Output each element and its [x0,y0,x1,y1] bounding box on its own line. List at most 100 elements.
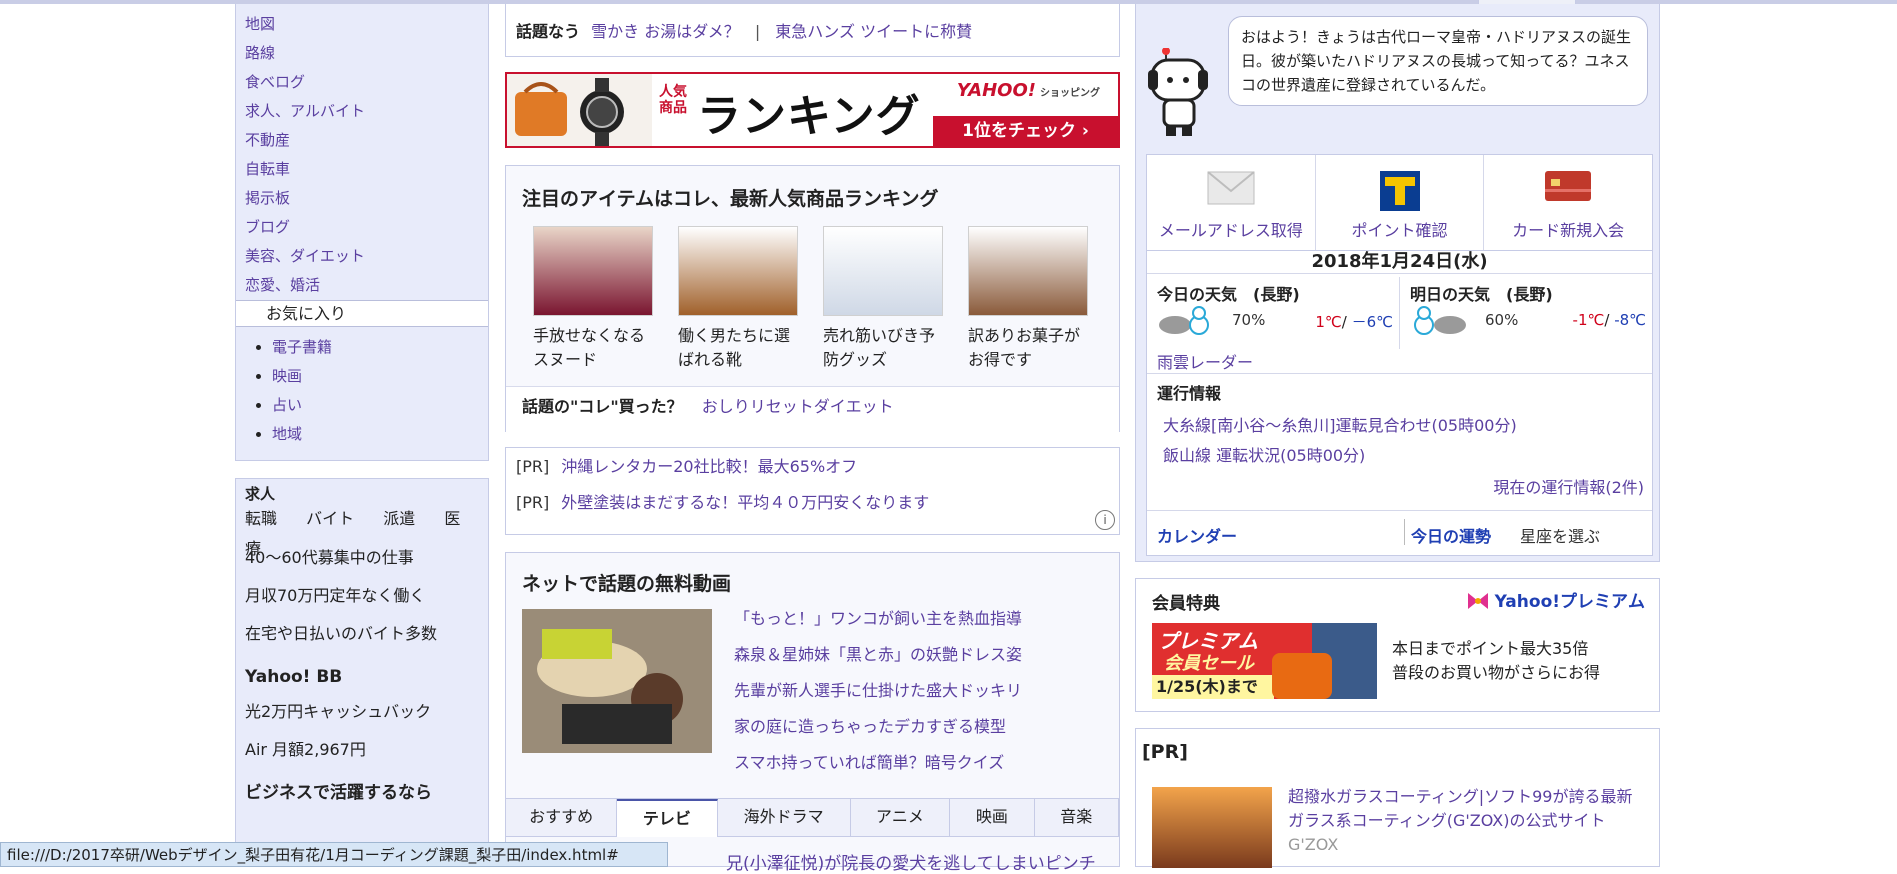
service-link[interactable]: 路線 [245,44,275,62]
tab-tv[interactable]: テレビ [617,799,718,837]
ranking-caption[interactable]: 手放せなくなるスヌード [533,324,653,372]
service-link[interactable]: 地図 [245,15,275,33]
banner-cta-button[interactable]: 1位をチェック › [933,116,1118,146]
service-link[interactable]: 求人、アルバイト [245,102,365,120]
train-current-link[interactable]: 現在の運行情報(2件) [1493,474,1644,498]
service-link[interactable]: 掲示板 [245,189,290,207]
video-link[interactable]: 先輩が新人選手に仕掛けた盛大ドッキリ [734,681,1022,700]
service-item[interactable]: 路線 [245,39,488,68]
job-link[interactable]: 40～60代募集中の仕事 [245,543,479,581]
premium-brand[interactable]: Yahoo!プレミアム [1495,592,1645,612]
service-link[interactable]: 自転車 [245,160,290,178]
job-tag-link[interactable]: 転職 [245,509,277,528]
service-label[interactable]: カード新規入会 [1484,217,1652,241]
service-item[interactable]: 求人、アルバイト [245,97,488,126]
ranking-caption[interactable]: 訳ありお菓子がお得です [968,324,1088,372]
ranking-item[interactable]: 売れ筋いびき予防グッズ [823,226,943,372]
video-link[interactable]: 家の庭に造っちゃったデカすぎる模型 [734,717,1006,736]
topic-link[interactable]: 東急ハンズ ツイートに称賛 [775,22,972,41]
yahoo-premium-link[interactable]: Yahoo!プレミアム [1467,587,1645,612]
tab-foreign-drama[interactable]: 海外ドラマ [717,799,851,837]
video-item[interactable]: 「もっと！」ワンコが飼い主を熱血指導 [734,601,1022,637]
job-tag-link[interactable]: 派遣 [383,509,415,528]
pr-ad-text[interactable]: 超撥水ガラスコーティング|ソフト99が誇る最新ガラス系コーティング(G'ZOX)… [1288,785,1648,857]
mail-address-shortcut[interactable]: メールアドレス取得 [1147,155,1316,250]
bb-link[interactable]: Air 月額2,967円 [245,735,479,773]
bb-heading[interactable]: Yahoo! BB [245,657,479,697]
video-item[interactable]: 森泉＆星姉妹「黒と赤」の妖艶ドレス姿 [734,637,1022,673]
video-link[interactable]: 「もっと！」ワンコが飼い主を熱血指導 [734,609,1022,628]
favorite-link[interactable]: 電子書籍 [272,338,332,356]
calendar-link[interactable]: カレンダー [1157,523,1237,547]
video-item[interactable]: スマホ持っていれば簡単？暗号クイズ [734,745,1022,781]
service-item[interactable]: 恋愛、婚活 [245,271,488,300]
ranking-footer-link[interactable]: おしりリセットダイエット [702,397,894,416]
topic-link[interactable]: 雪かき お湯はダメ？ [591,22,740,41]
tab-recommended[interactable]: おすすめ [506,799,618,837]
favorite-link[interactable]: 占い [272,396,302,414]
service-link[interactable]: ブログ [245,218,290,236]
car-ad-image[interactable] [1152,787,1272,868]
point-check-shortcut[interactable]: ポイント確認 [1316,155,1485,250]
service-item[interactable]: 美容、ダイエット [245,242,488,271]
service-link[interactable]: 不動産 [245,131,290,149]
ranking-thumbnail[interactable] [968,226,1088,316]
favorite-item[interactable]: 映画 [272,362,488,391]
video-link[interactable]: スマホ持っていれば簡単？暗号クイズ [734,753,1004,772]
tv-video-link[interactable]: 兄(小澤征悦)が院長の愛犬を逃してしまいピンチ [726,849,1096,874]
ranking-item[interactable]: 働く男たちに選ばれる靴 [678,226,798,372]
favorite-link[interactable]: 映画 [272,367,302,385]
service-item[interactable]: 不動産 [245,126,488,155]
ranking-thumbnail[interactable] [823,226,943,316]
favorite-item[interactable]: 電子書籍 [272,333,488,362]
ranking-item[interactable]: 手放せなくなるスヌード [533,226,653,372]
service-item[interactable]: 食べログ [245,68,488,97]
card-signup-shortcut[interactable]: カード新規入会 [1484,155,1652,250]
pr-link[interactable]: 外壁塗装はまだするな！平均４０万円安くなります [561,493,929,512]
pr-link[interactable]: 沖縄レンタカー20社比較！最大65%オフ [561,457,857,476]
pr-ad-link[interactable]: 超撥水ガラスコーティング|ソフト99が誇る最新ガラス系コーティング(G'ZOX)… [1288,787,1632,830]
service-item[interactable]: 地図 [245,10,488,39]
video-item[interactable]: 家の庭に造っちゃったデカすぎる模型 [734,709,1022,745]
business-heading[interactable]: ビジネスで活躍するなら [245,773,479,813]
service-item[interactable]: 自転車 [245,155,488,184]
ranking-item[interactable]: 訳ありお菓子がお得です [968,226,1088,372]
ranking-caption[interactable]: 売れ筋いびき予防グッズ [823,324,943,372]
ranking-banner-ad[interactable]: 人気 商品 ランキング YAHOO! ショッピング 1位をチェック › [505,72,1120,148]
service-label[interactable]: メールアドレス取得 [1147,217,1315,241]
train-status-link[interactable]: 飯山線 運転状況(05時00分) [1163,442,1365,466]
weather-title[interactable]: 明日の天気 (長野) [1410,281,1553,305]
pr-row[interactable]: [PR] 外壁塗装はまだするな！平均４０万円安くなります [516,492,1109,528]
service-link[interactable]: 食べログ [245,73,305,91]
tab-music[interactable]: 音楽 [1034,799,1119,837]
train-status-link[interactable]: 大糸線[南小谷～糸魚川]運転見合わせ(05時00分) [1163,412,1517,436]
video-item[interactable]: 先輩が新人選手に仕掛けた盛大ドッキリ [734,673,1022,709]
weather-title[interactable]: 今日の天気 (長野) [1157,281,1300,305]
job-tag-link[interactable]: バイト [306,509,354,528]
ad-info-icon[interactable]: i [1095,510,1115,530]
rain-radar-link[interactable]: 雨雲レーダー [1157,349,1253,373]
job-link[interactable]: 在宅や日払いのバイト多数 [245,619,479,657]
bb-link[interactable]: 光2万円キャッシュバック [245,697,479,735]
ranking-thumbnail[interactable] [533,226,653,316]
zodiac-select-link[interactable]: 星座を選ぶ [1520,523,1600,547]
service-item[interactable]: 掲示板 [245,184,488,213]
ranking-caption[interactable]: 働く男たちに選ばれる靴 [678,324,798,372]
favorite-item[interactable]: 占い [272,391,488,420]
favorite-link[interactable]: 地域 [272,425,302,443]
weather-today[interactable]: 今日の天気 (長野) 70% 1℃/ －6℃ [1147,277,1399,349]
tab-movies[interactable]: 映画 [950,799,1035,837]
service-item[interactable]: ブログ [245,213,488,242]
service-link[interactable]: 美容、ダイエット [245,247,365,265]
premium-text[interactable]: 本日までポイント最大35倍 [1392,635,1588,659]
video-link[interactable]: 森泉＆星姉妹「黒と赤」の妖艶ドレス姿 [734,645,1022,664]
premium-text[interactable]: 普段のお買い物がさらにお得 [1392,659,1600,683]
premium-sale-image[interactable]: プレミアム 会員セール 1/25(木)まで [1152,623,1377,699]
ranking-thumbnail[interactable] [678,226,798,316]
favorite-item[interactable]: 地域 [272,420,488,449]
job-link[interactable]: 月収70万円定年なく働く [245,581,479,619]
tab-anime[interactable]: アニメ [850,799,951,837]
service-label[interactable]: ポイント確認 [1316,217,1484,241]
pr-row[interactable]: [PR] 沖縄レンタカー20社比較！最大65%オフ [516,456,1109,492]
service-link[interactable]: 恋愛、婚活 [245,276,320,294]
